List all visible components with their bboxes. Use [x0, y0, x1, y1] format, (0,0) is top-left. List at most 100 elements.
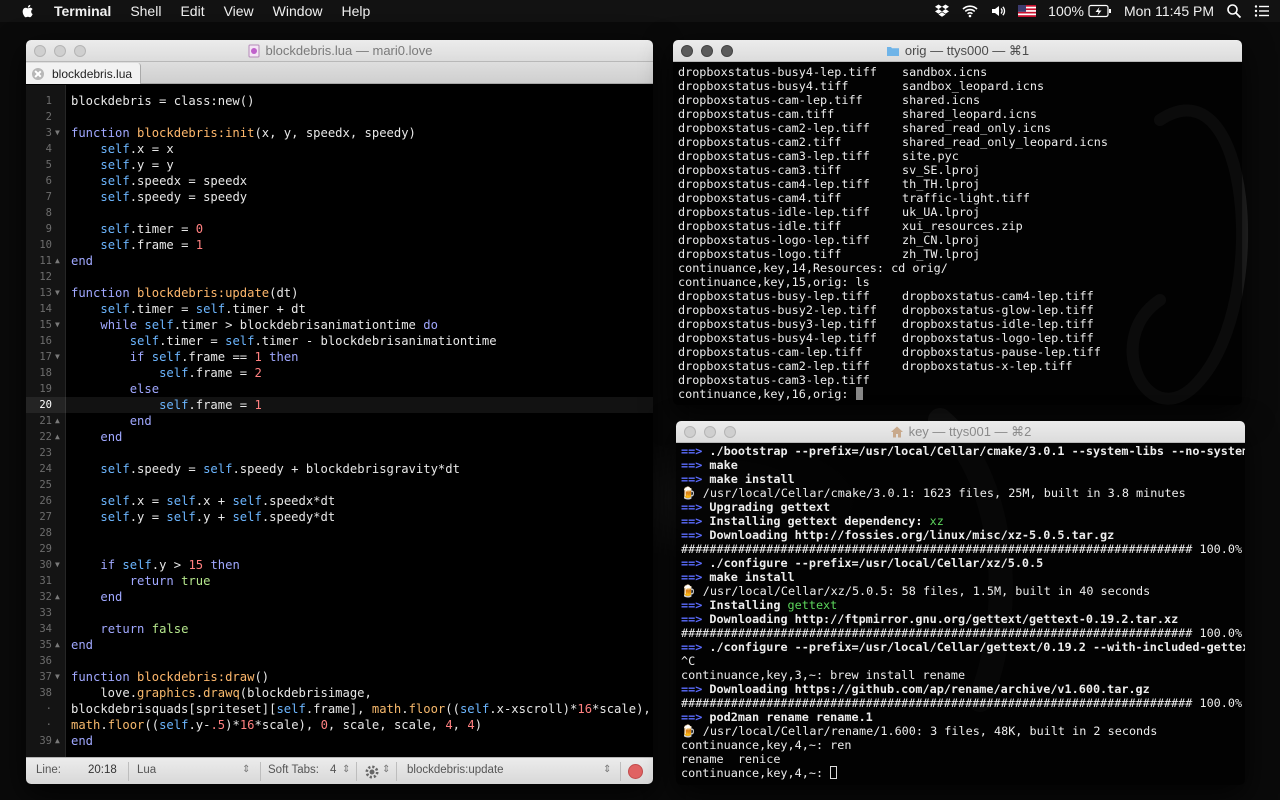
code-line[interactable]: 22 ▲ end: [26, 429, 653, 445]
fold-close-icon[interactable]: ▲: [55, 737, 60, 745]
zoom-button[interactable]: [724, 426, 736, 438]
fold-open-icon[interactable]: ▼: [55, 289, 60, 297]
spotlight-search-icon[interactable]: [1226, 3, 1242, 19]
battery-percent[interactable]: 100%: [1048, 3, 1084, 19]
terminal-prompt[interactable]: continuance,key,16,orig:: [678, 387, 1242, 401]
close-button[interactable]: [34, 45, 46, 57]
code-line[interactable]: · math.floor((self.y-.5)*16*scale), 0, sc…: [26, 717, 653, 733]
fold-close-icon[interactable]: ▲: [55, 593, 60, 601]
fold-open-icon[interactable]: ▼: [55, 129, 60, 137]
code-line[interactable]: 6 self.speedx = speedx: [26, 173, 653, 189]
zoom-button[interactable]: [74, 45, 86, 57]
code-line[interactable]: 14 self.timer = self.timer + dt: [26, 301, 653, 317]
code-line[interactable]: 24 self.speedy = self.speedy + blockdebr…: [26, 461, 653, 477]
code-line[interactable]: 12: [26, 269, 653, 285]
code-line[interactable]: 13 ▼ function blockdebris:update(dt): [26, 285, 653, 301]
close-button[interactable]: [681, 45, 693, 57]
code-line[interactable]: 10 self.frame = 1: [26, 237, 653, 253]
code-line[interactable]: 1 blockdebris = class:new(): [26, 93, 653, 109]
battery-charging-icon[interactable]: [1088, 4, 1112, 18]
close-button[interactable]: [684, 426, 696, 438]
code-line[interactable]: 39 ▲ end: [26, 733, 653, 749]
code-line[interactable]: 34 return false: [26, 621, 653, 637]
code-line[interactable]: 37 ▼ function blockdebris:draw(): [26, 669, 653, 685]
cursor-position[interactable]: 20:18: [88, 764, 117, 776]
fold-open-icon[interactable]: ▼: [55, 673, 60, 681]
code-line[interactable]: 3 ▼ function blockdebris:init(x, y, speedx…: [26, 125, 653, 141]
us-flag-icon[interactable]: [1018, 5, 1037, 17]
code-line[interactable]: 35 ▲ end: [26, 637, 653, 653]
gear-chevron-icon[interactable]: ⇕: [382, 764, 390, 775]
tab-blockdebris[interactable]: blockdebris.lua: [26, 63, 141, 84]
apple-menu-icon[interactable]: [20, 3, 36, 19]
code-line[interactable]: 26 self.x = self.x + self.speedx*dt: [26, 493, 653, 509]
menu-app-terminal[interactable]: Terminal: [54, 3, 111, 19]
code-line[interactable]: 36: [26, 653, 653, 669]
code-line[interactable]: 4 self.x = x: [26, 141, 653, 157]
terminal-titlebar[interactable]: key — ttys001 — ⌘2: [676, 421, 1245, 443]
menu-edit[interactable]: Edit: [180, 3, 204, 19]
code-line[interactable]: 28: [26, 525, 653, 541]
editor-titlebar[interactable]: blockdebris.lua — mari0.love: [26, 40, 653, 62]
fold-open-icon[interactable]: ▼: [55, 321, 60, 329]
menu-view[interactable]: View: [224, 3, 254, 19]
terminal-titlebar[interactable]: orig — ttys000 — ⌘1: [673, 40, 1242, 62]
fold-close-icon[interactable]: ▲: [55, 641, 60, 649]
code-line[interactable]: 15 ▼ while self.timer > blockdebrisanimat…: [26, 317, 653, 333]
menu-help[interactable]: Help: [341, 3, 370, 19]
fold-close-icon[interactable]: ▲: [55, 417, 60, 425]
code-line[interactable]: 33: [26, 605, 653, 621]
fold-close-icon[interactable]: ▲: [55, 433, 60, 441]
code-line[interactable]: · blockdebrisquads[spriteset][self.frame]…: [26, 701, 653, 717]
fold-open-icon[interactable]: ▼: [55, 353, 60, 361]
divider: [620, 762, 621, 781]
minimize-button[interactable]: [701, 45, 713, 57]
symbol-selector[interactable]: blockdebris:update: [407, 764, 504, 776]
language-chevron-icon[interactable]: ⇕: [242, 764, 250, 775]
wifi-icon[interactable]: [962, 3, 978, 19]
code-line[interactable]: 17 ▼ if self.frame == 1 then: [26, 349, 653, 365]
language-selector[interactable]: Lua: [137, 764, 156, 776]
code-line[interactable]: 5 self.y = y: [26, 157, 653, 173]
macro-record-button[interactable]: [628, 764, 643, 779]
code-line[interactable]: 30 ▼ if self.y > 15 then: [26, 557, 653, 573]
menu-shell[interactable]: Shell: [130, 3, 161, 19]
code-line[interactable]: 25: [26, 477, 653, 493]
tab-size-value[interactable]: 4: [330, 764, 336, 776]
menu-window[interactable]: Window: [273, 3, 323, 19]
terminal-output[interactable]: ==> ./bootstrap --prefix=/usr/local/Cell…: [676, 444, 1245, 785]
symbol-chevron-icon[interactable]: ⇕: [603, 764, 611, 775]
code-line[interactable]: 2: [26, 109, 653, 125]
terminal-output[interactable]: dropboxstatus-busy4-lep.tiff sandbox.icns…: [673, 63, 1242, 405]
fold-close-icon[interactable]: ▲: [55, 257, 60, 265]
dropbox-icon[interactable]: [934, 3, 950, 19]
code-line[interactable]: 19 else: [26, 381, 653, 397]
code-line[interactable]: 18 self.frame = 2: [26, 365, 653, 381]
code-line[interactable]: 32 ▲ end: [26, 589, 653, 605]
code-editor[interactable]: 1 blockdebris = class:new() 2 3 ▼ function bl…: [26, 85, 653, 757]
fold-open-icon[interactable]: ▼: [55, 561, 60, 569]
code-line[interactable]: 23: [26, 445, 653, 461]
code-line[interactable]: 16 self.timer = self.timer - blockdebris…: [26, 333, 653, 349]
code-line[interactable]: 38 love.graphics.drawq(blockdebrisimage,: [26, 685, 653, 701]
code-line[interactable]: 29: [26, 541, 653, 557]
gear-icon[interactable]: [364, 764, 380, 780]
terminal-prompt[interactable]: continuance,key,4,~:: [681, 766, 1245, 780]
volume-icon[interactable]: [990, 3, 1006, 19]
code-line[interactable]: 11 ▲ end: [26, 253, 653, 269]
minimize-button[interactable]: [54, 45, 66, 57]
code-line[interactable]: 7 self.speedy = speedy: [26, 189, 653, 205]
tab-size-chevron-icon[interactable]: ⇕: [342, 764, 350, 775]
code-line[interactable]: 31 return true: [26, 573, 653, 589]
notification-center-icon[interactable]: [1254, 3, 1270, 19]
tab-close-icon[interactable]: [32, 67, 44, 80]
code-line[interactable]: 8: [26, 205, 653, 221]
menubar-clock[interactable]: Mon 11:45 PM: [1124, 3, 1214, 19]
code-line[interactable]: 21 ▲ end: [26, 413, 653, 429]
zoom-button[interactable]: [721, 45, 733, 57]
minimize-button[interactable]: [704, 426, 716, 438]
soft-tabs-label[interactable]: Soft Tabs:: [268, 764, 319, 776]
code-line[interactable]: 27 self.y = self.y + self.speedy*dt: [26, 509, 653, 525]
code-line[interactable]: 20 self.frame = 1: [26, 397, 653, 413]
code-line[interactable]: 9 self.timer = 0: [26, 221, 653, 237]
